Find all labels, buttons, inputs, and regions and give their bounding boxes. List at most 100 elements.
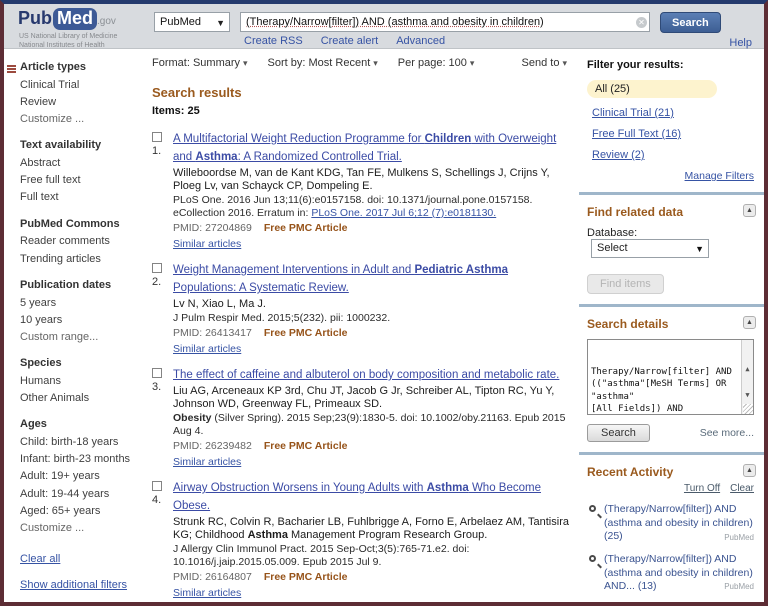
sidebar-filter-link[interactable]: Humans bbox=[20, 375, 140, 388]
erratum-link[interactable]: PLoS One. 2017 Jul 6;12 (7):e0181130. bbox=[311, 207, 496, 219]
sidebar-filter-link[interactable]: 10 years bbox=[20, 314, 140, 327]
result-checkbox[interactable] bbox=[152, 368, 162, 378]
recent-activity-source: PubMed bbox=[724, 582, 754, 592]
sort-dropdown[interactable]: Sort by: Most Recent▾ bbox=[268, 57, 378, 69]
filter-results-link[interactable]: Review (2) bbox=[592, 149, 754, 161]
sidebar-filter-link[interactable]: Abstract bbox=[20, 157, 140, 170]
caret-down-icon: ▾ bbox=[243, 58, 248, 68]
similar-articles-link[interactable]: Similar articles bbox=[173, 456, 241, 468]
show-additional-filters-link[interactable]: Show additional filters bbox=[20, 579, 140, 591]
results-toolbar: Format: Summary▾ Sort by: Most Recent▾ P… bbox=[152, 57, 571, 69]
caret-down-icon: ▾ bbox=[373, 58, 378, 68]
clear-search-icon[interactable]: ✕ bbox=[636, 17, 647, 28]
sidebar-customize-link[interactable]: Customize ... bbox=[20, 522, 140, 535]
filter-results-link[interactable]: All (25) bbox=[587, 80, 717, 98]
items-count: Items: 25 bbox=[152, 105, 571, 117]
sidebar-filter-link[interactable]: 5 years bbox=[20, 297, 140, 310]
advanced-link[interactable]: Advanced bbox=[396, 35, 445, 47]
sidebar-filter-link[interactable]: Infant: birth-23 months bbox=[20, 453, 140, 466]
sidebar-filter-link[interactable]: Review bbox=[20, 96, 140, 109]
collapse-icon[interactable]: ▲ bbox=[743, 316, 756, 329]
manage-filters-link[interactable]: Manage Filters bbox=[587, 170, 754, 182]
result-citation: Obesity (Silver Spring). 2015 Sep;23(9):… bbox=[173, 412, 571, 438]
create-alert-link[interactable]: Create alert bbox=[321, 35, 378, 47]
resize-grip[interactable] bbox=[743, 404, 753, 414]
result-pmid: PMID: 26239482 bbox=[173, 440, 252, 452]
turn-off-link[interactable]: Turn Off bbox=[684, 483, 720, 494]
filter-results-link[interactable]: Clinical Trial (21) bbox=[592, 107, 754, 119]
result-number: 4. bbox=[152, 494, 173, 506]
header: PubMed.gov US National Library of Medici… bbox=[4, 4, 764, 49]
database-dropdown[interactable]: PubMed ▼ bbox=[154, 12, 230, 32]
result-title-link[interactable]: The effect of caffeine and albuterol on … bbox=[173, 369, 559, 381]
pubmed-page: { "colors": { "accent_orange": "#9a5a1e"… bbox=[0, 0, 768, 606]
result-checkbox[interactable] bbox=[152, 132, 162, 142]
result-title-link[interactable]: A Multifactorial Weight Reduction Progra… bbox=[173, 133, 556, 163]
result-item: 1. A Multifactorial Weight Reduction Pro… bbox=[152, 129, 571, 252]
search-details-search-button[interactable]: Search bbox=[587, 424, 650, 442]
result-citation: J Allergy Clin Immunol Pract. 2015 Sep-O… bbox=[173, 543, 571, 569]
sidebar-filter-link[interactable]: Aged: 65+ years bbox=[20, 505, 140, 518]
pubmed-logo[interactable]: PubMed.gov bbox=[18, 8, 116, 30]
sidebar-section: Article types Clinical TrialReview Custo… bbox=[20, 61, 140, 126]
clear-link[interactable]: Clear bbox=[730, 483, 754, 494]
related-database-dropdown[interactable]: Select ▼ bbox=[591, 239, 709, 258]
result-item: 4. Airway Obstruction Worsens in Young A… bbox=[152, 478, 571, 601]
clear-all-link[interactable]: Clear all bbox=[20, 553, 140, 565]
similar-articles-link[interactable]: Similar articles bbox=[173, 343, 241, 355]
result-checkbox[interactable] bbox=[152, 481, 162, 491]
discovery-column: Filter your results: All (25) Clinical T… bbox=[579, 49, 764, 602]
sidebar-filter-link[interactable]: Full text bbox=[20, 191, 140, 204]
similar-articles-link[interactable]: Similar articles bbox=[173, 587, 241, 599]
send-to-dropdown[interactable]: Send to▾ bbox=[522, 57, 567, 69]
chevron-down-icon: ▼ bbox=[695, 241, 704, 258]
free-article-badge[interactable]: Free PMC Article bbox=[264, 440, 348, 452]
sidebar-filter-link[interactable]: Child: birth-18 years bbox=[20, 436, 140, 449]
chevron-down-icon: ▼ bbox=[216, 14, 225, 32]
sidebar-section: Text availability AbstractFree full text… bbox=[20, 139, 140, 204]
sidebar-customize-link[interactable]: Customize ... bbox=[20, 113, 140, 126]
free-article-badge[interactable]: Free PMC Article bbox=[264, 327, 348, 339]
sidebar-customize-link[interactable]: Custom range... bbox=[20, 331, 140, 344]
scroll-down-icon[interactable]: ▼ bbox=[742, 390, 753, 400]
sidebar-section-title: PubMed Commons bbox=[20, 218, 140, 232]
find-items-button[interactable]: Find items bbox=[587, 274, 664, 294]
result-title-link[interactable]: Weight Management Interventions in Adult… bbox=[173, 264, 508, 294]
scroll-up-icon[interactable]: ▲ bbox=[742, 364, 753, 374]
sidebar-filter-link[interactable]: Clinical Trial bbox=[20, 79, 140, 92]
result-title-link[interactable]: Airway Obstruction Worsens in Young Adul… bbox=[173, 482, 541, 512]
format-dropdown[interactable]: Format: Summary▾ bbox=[152, 57, 248, 69]
search-input[interactable] bbox=[240, 12, 650, 32]
per-page-dropdown[interactable]: Per page: 100▾ bbox=[398, 57, 475, 69]
help-link[interactable]: Help bbox=[729, 37, 752, 49]
sidebar-section: Species HumansOther Animals bbox=[20, 357, 140, 405]
sidebar-filter-link[interactable]: Other Animals bbox=[20, 392, 140, 405]
sidebar-section: Publication dates 5 years10 years Custom… bbox=[20, 279, 140, 344]
collapse-icon[interactable]: ▲ bbox=[743, 464, 756, 477]
collapse-icon[interactable]: ▲ bbox=[743, 204, 756, 217]
result-authors: Willeboordse M, van de Kant KDG, Tan FE,… bbox=[173, 167, 571, 193]
sidebar-filter-link[interactable]: Free full text bbox=[20, 174, 140, 187]
create-rss-link[interactable]: Create RSS bbox=[244, 35, 303, 47]
scrollbar[interactable]: ▲ ▼ bbox=[741, 340, 753, 414]
menu-icon[interactable] bbox=[7, 64, 16, 74]
filter-results-link[interactable]: Free Full Text (16) bbox=[592, 128, 754, 140]
sidebar-section-title: Ages bbox=[20, 418, 140, 432]
free-article-badge[interactable]: Free PMC Article bbox=[264, 222, 348, 234]
sidebar-filter-link[interactable]: Adult: 19+ years bbox=[20, 470, 140, 483]
logo-pub-text: Pub bbox=[18, 8, 52, 28]
find-related-data-heading: Find related data ▲ bbox=[587, 205, 754, 219]
result-citation: PLoS One. 2016 Jun 13;11(6):e0157158. do… bbox=[173, 194, 571, 220]
sidebar-filter-link[interactable]: Adult: 19-44 years bbox=[20, 488, 140, 501]
header-links: Create RSS Create alert Advanced bbox=[244, 35, 445, 47]
search-details-see-more-link[interactable]: See more... bbox=[700, 427, 754, 439]
search-details-textarea[interactable]: Therapy/Narrow[filter] AND (("asthma"[Me… bbox=[587, 339, 754, 415]
result-citation: J Pulm Respir Med. 2015;5(232). pii: 100… bbox=[173, 312, 571, 325]
search-button[interactable]: Search bbox=[660, 12, 721, 33]
result-checkbox[interactable] bbox=[152, 263, 162, 273]
similar-articles-link[interactable]: Similar articles bbox=[173, 238, 241, 250]
free-article-badge[interactable]: Free PMC Article bbox=[264, 571, 348, 583]
sidebar-filter-link[interactable]: Trending articles bbox=[20, 253, 140, 266]
sidebar-filter-link[interactable]: Reader comments bbox=[20, 235, 140, 248]
sidebar-section: PubMed Commons Reader comments Trending a… bbox=[20, 218, 140, 266]
